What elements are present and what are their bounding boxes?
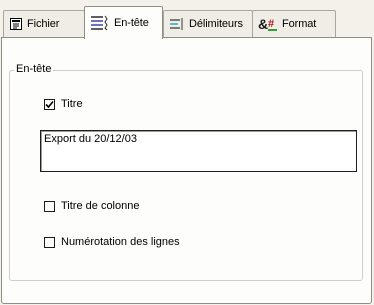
tab-format[interactable]: & # Format bbox=[252, 10, 336, 37]
checkmark-icon bbox=[45, 100, 54, 108]
checkbox-box[interactable] bbox=[44, 98, 55, 110]
tab-label: Format bbox=[282, 18, 317, 30]
titre-checkbox[interactable]: Titre bbox=[44, 98, 83, 110]
tab-fichier[interactable]: Fichier bbox=[3, 10, 85, 37]
numerotation-des-lignes-label: Numérotation des lignes bbox=[61, 236, 180, 248]
tab-en-tete[interactable]: En-tête bbox=[84, 6, 163, 39]
tab-label: Délimiteurs bbox=[189, 18, 243, 30]
checkbox-box[interactable] bbox=[44, 236, 55, 248]
svg-text:#: # bbox=[268, 18, 274, 30]
tab-bar: Fichier En-tête Délimiteurs & # Format bbox=[0, 0, 374, 40]
tab-delimiteurs[interactable]: Délimiteurs bbox=[163, 10, 253, 37]
groupbox-title: En-tête bbox=[14, 63, 54, 75]
format-icon: & # bbox=[258, 16, 278, 32]
titre-text-field[interactable]: Export du 20/12/03 bbox=[40, 130, 357, 172]
header-lines-icon bbox=[90, 15, 110, 31]
document-icon bbox=[9, 17, 23, 31]
svg-text:&: & bbox=[258, 16, 268, 32]
tab-label: En-tête bbox=[114, 17, 149, 29]
titre-label: Titre bbox=[61, 98, 83, 110]
titre-de-colonne-label: Titre de colonne bbox=[61, 200, 140, 212]
titre-de-colonne-checkbox[interactable]: Titre de colonne bbox=[44, 200, 139, 212]
tab-panel-en-tete: En-tête Titre Export du 20/12/03 Titre d… bbox=[1, 37, 372, 304]
checkbox-box[interactable] bbox=[44, 200, 55, 212]
tab-label: Fichier bbox=[27, 18, 60, 30]
numerotation-des-lignes-checkbox[interactable]: Numérotation des lignes bbox=[44, 236, 180, 248]
delimiter-lines-icon bbox=[169, 17, 185, 31]
